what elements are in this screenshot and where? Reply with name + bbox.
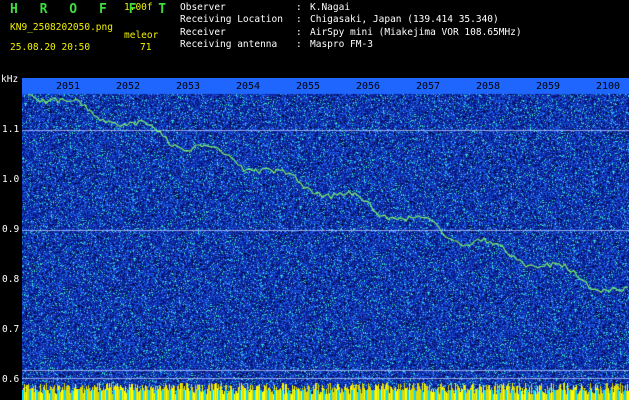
info-separator: : xyxy=(296,2,302,13)
y-tick-label: 1.1 xyxy=(2,124,20,135)
info-row-location: Receiving Location : Chigasaki, Japan (1… xyxy=(180,14,522,26)
x-tick-label: 2056 xyxy=(356,81,381,92)
info-value: K.Nagai xyxy=(310,2,351,13)
timestamp: 25.08.20 20:50 xyxy=(10,42,91,53)
mode-label: meleor xyxy=(124,30,159,41)
observation-info: Observer : K.Nagai Receiving Location : … xyxy=(180,2,522,52)
y-tick-label: 1.0 xyxy=(2,174,20,185)
y-axis-unit: kHz xyxy=(1,74,19,85)
info-label: Receiver xyxy=(180,26,226,38)
x-tick-label: 2052 xyxy=(116,81,141,92)
info-value: Maspro FM-3 xyxy=(310,39,373,51)
x-tick-label: 2059 xyxy=(536,81,561,92)
file-name: KN9_2508202050.png xyxy=(10,22,113,33)
x-tick-label: 2100 xyxy=(596,81,621,92)
x-tick-label: 2051 xyxy=(56,81,81,92)
info-row-antenna: Receiving antenna : Maspro FM-3 xyxy=(180,39,522,51)
x-tick-label: 2054 xyxy=(236,81,261,92)
header-panel: H R O F F T 1.00f KN9_2508202050.png mel… xyxy=(0,0,629,78)
count-value: 71 xyxy=(140,42,152,53)
x-tick-label: 2053 xyxy=(176,81,201,92)
info-value: AirSpy mini (Miakejima VOR 108.65MHz) xyxy=(310,26,522,38)
version-label: 1.00f xyxy=(124,2,153,13)
info-value: Chigasaki, Japan (139.414 35.340) xyxy=(310,14,499,26)
spectrogram-waterfall[interactable] xyxy=(22,78,629,400)
info-row-observer: Observer : K.Nagai xyxy=(180,2,522,14)
info-separator: : xyxy=(296,39,302,51)
info-label: Observer xyxy=(180,2,226,13)
y-tick-label: 0.8 xyxy=(2,274,20,285)
x-tick-label: 2057 xyxy=(416,81,441,92)
y-tick-label: 0.7 xyxy=(2,324,20,335)
info-label: Receiving Location xyxy=(180,14,283,26)
info-separator: : xyxy=(296,26,302,38)
y-tick-label: 0.6 xyxy=(2,374,20,385)
x-tick-label: 2055 xyxy=(296,81,321,92)
hroft-window: H R O F F T 1.00f KN9_2508202050.png mel… xyxy=(0,0,629,400)
waterfall-canvas[interactable] xyxy=(22,78,629,400)
info-separator: : xyxy=(296,14,302,26)
y-tick-label: 0.9 xyxy=(2,224,20,235)
x-tick-label: 2058 xyxy=(476,81,501,92)
info-label: Receiving antenna xyxy=(180,39,278,51)
info-row-receiver: Receiver : AirSpy mini (Miakejima VOR 10… xyxy=(180,27,522,39)
